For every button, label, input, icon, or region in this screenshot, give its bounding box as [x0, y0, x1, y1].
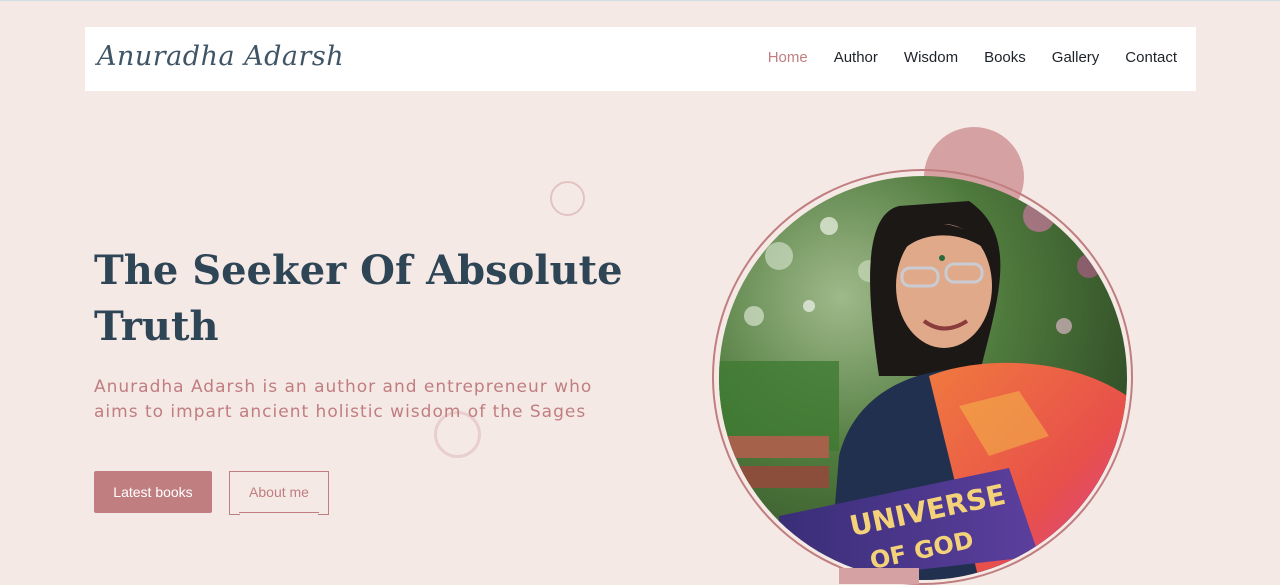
navbar: Anuradha Adarsh Home Author Wisdom Books…: [85, 27, 1196, 91]
main-nav: Home Author Wisdom Books Gallery Contact: [768, 49, 1177, 66]
nav-item-contact[interactable]: Contact: [1125, 49, 1177, 66]
site-logo[interactable]: Anuradha Adarsh: [97, 41, 344, 72]
nav-item-gallery[interactable]: Gallery: [1052, 49, 1100, 66]
author-photo: UNIVERSE OF GOD: [719, 176, 1127, 580]
latest-books-button[interactable]: Latest books: [94, 471, 212, 513]
decorative-block: [839, 568, 919, 584]
button-border: [239, 512, 319, 513]
hero-title: The Seeker Of Absolute Truth: [94, 247, 623, 350]
button-border: [239, 471, 319, 472]
hero-subtitle: Anuradha Adarsh is an author and entrepr…: [94, 377, 593, 422]
nav-item-home[interactable]: Home: [768, 49, 808, 66]
decorative-ring: [550, 181, 585, 216]
about-me-label: About me: [249, 484, 309, 500]
nav-item-author[interactable]: Author: [834, 49, 878, 66]
nav-item-books[interactable]: Books: [984, 49, 1026, 66]
nav-item-wisdom[interactable]: Wisdom: [904, 49, 958, 66]
about-me-button[interactable]: About me: [229, 471, 329, 515]
top-divider: [0, 0, 1280, 1]
author-photo-illustration: UNIVERSE OF GOD: [719, 176, 1127, 580]
